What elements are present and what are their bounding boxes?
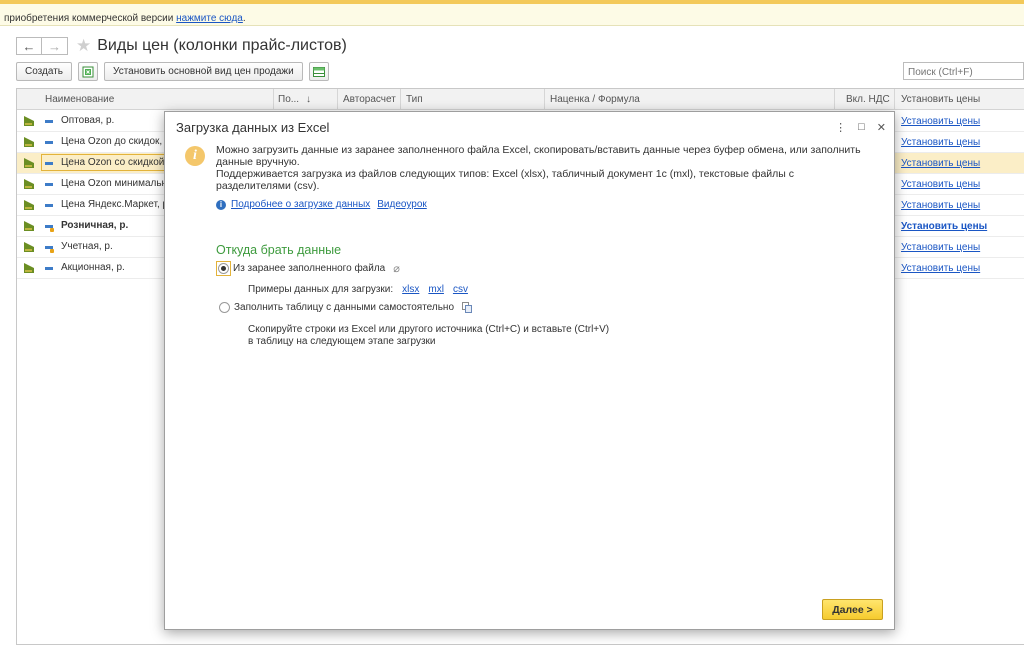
table-view-button[interactable] [308, 62, 329, 81]
option-manual[interactable]: Заполнить таблицу с данными самостоятель… [216, 302, 473, 313]
copy-icon [462, 302, 473, 313]
row-name: Цена Ozon минимальн [61, 178, 168, 189]
info-icon: i [185, 146, 205, 166]
column-markup[interactable]: Наценка / Формула [550, 94, 640, 105]
window-header: ← → ★ Виды цен (колонки прайс-листов) [16, 36, 347, 56]
example-csv-link[interactable]: csv [453, 284, 468, 295]
option-from-file-label: Из заранее заполненного файла [233, 263, 386, 274]
forward-button[interactable]: → [42, 37, 68, 55]
row-name: Учетная, р. [61, 241, 113, 252]
page-title: Виды цен (колонки прайс-листов) [97, 37, 347, 54]
column-vat[interactable]: Вкл. НДС [846, 94, 890, 105]
row-level-icon [45, 183, 53, 186]
column-autocalc[interactable]: Авторасчет [343, 94, 396, 105]
row-name: Цена Ozon до скидок, [61, 136, 163, 147]
more-menu-icon[interactable]: ⋮ [835, 121, 846, 134]
banner-tail: . [242, 13, 246, 24]
option-manual-label: Заполнить таблицу с данными самостоятель… [234, 302, 455, 313]
column-name[interactable]: Наименование [45, 94, 114, 105]
license-banner: приобретения коммерческой версии нажмите… [0, 0, 1024, 26]
column-type[interactable]: Тип [406, 94, 423, 105]
price-tag-icon [24, 263, 34, 273]
examples-label: Примеры данных для загрузки: [248, 284, 394, 295]
set-prices-link[interactable]: Установить цены [901, 221, 987, 232]
price-tag-icon [24, 179, 34, 189]
banner-text: приобретения коммерческой версии [4, 13, 177, 24]
video-tutorial-link[interactable]: Видеоурок [377, 199, 427, 210]
load-from-excel-button[interactable] [78, 62, 99, 81]
price-tag-icon [24, 116, 34, 126]
price-tag-icon [24, 200, 34, 210]
set-prices-link[interactable]: Установить цены [901, 116, 980, 127]
radio-file[interactable] [218, 263, 229, 274]
row-name: Оптовая, р. [61, 115, 115, 126]
row-level-icon [45, 120, 53, 123]
row-level-icon [45, 141, 53, 144]
search-input[interactable] [903, 62, 1024, 80]
set-prices-link[interactable]: Установить цены [901, 179, 980, 190]
set-main-price-type-button[interactable]: Установить основной вид цен продажи [104, 62, 303, 81]
set-prices-link[interactable]: Установить цены [901, 137, 980, 148]
create-button[interactable]: Создать [16, 62, 73, 81]
excel-import-dialog: Загрузка данных из Excel ⋮ □ ✕ i Можно з… [164, 111, 895, 630]
set-prices-link[interactable]: Установить цены [901, 242, 980, 253]
row-level-group-icon [45, 225, 54, 232]
row-name: Цена Ozon со скидкой [61, 157, 165, 168]
close-icon[interactable]: ✕ [877, 121, 886, 134]
set-prices-link[interactable]: Установить цены [901, 263, 980, 274]
favorite-star-icon[interactable]: ★ [76, 36, 91, 56]
column-position[interactable]: По... [278, 94, 299, 105]
back-button[interactable]: ← [16, 37, 42, 55]
price-tag-icon [24, 221, 34, 231]
dialog-controls: ⋮ □ ✕ [835, 121, 886, 134]
banner-link[interactable]: нажмите сюда [176, 13, 243, 24]
example-xlsx-link[interactable]: xlsx [402, 284, 419, 295]
examples-row: Примеры данных для загрузки: xlsx mxl cs… [248, 284, 468, 295]
description-line: данные вручную. [216, 156, 300, 168]
maximize-icon[interactable]: □ [858, 121, 865, 134]
description-line: Можно загрузить данные из заранее заполн… [216, 144, 861, 156]
next-button[interactable]: Далее > [822, 599, 883, 620]
price-tag-icon [24, 137, 34, 147]
row-level-icon [45, 204, 53, 207]
row-level-icon [45, 267, 53, 270]
description-line: разделителями (csv). [216, 180, 320, 192]
example-mxl-link[interactable]: mxl [428, 284, 444, 295]
price-tag-icon [24, 242, 34, 252]
hint-line: Скопируйте строки из Excel или другого и… [248, 324, 610, 335]
row-level-icon [45, 162, 53, 165]
table-header: Наименование По... ↓ Авторасчет Тип Наце… [17, 89, 1024, 110]
info-small-icon: i [216, 199, 226, 210]
dialog-title: Загрузка данных из Excel [176, 120, 330, 135]
set-prices-link[interactable]: Установить цены [901, 158, 980, 169]
sort-arrow-icon[interactable]: ↓ [306, 94, 311, 105]
row-name: Акционная, р. [61, 262, 125, 273]
manual-hint: Скопируйте строки из Excel или другого и… [248, 324, 609, 348]
excel-load-icon [82, 66, 94, 77]
data-source-heading: Откуда брать данные [216, 243, 342, 257]
row-name: Розничная, р. [61, 220, 129, 231]
more-info-link[interactable]: Подробнее о загрузке данных [231, 199, 370, 210]
price-tag-icon [24, 158, 34, 168]
table-icon [312, 66, 325, 77]
hint-line: в таблицу на следующем этапе загрузки [248, 336, 436, 347]
toolbar: Создать Установить основной вид цен прод… [16, 62, 335, 81]
dialog-description: Можно загрузить данные из заранее заполн… [216, 144, 886, 192]
radio-manual[interactable] [219, 302, 230, 313]
help-links: i Подробнее о загрузке данных Видеоурок [216, 199, 427, 210]
radio-focus-frame [216, 261, 231, 276]
option-from-file[interactable]: Из заранее заполненного файла ⌀ [216, 261, 400, 276]
set-prices-link[interactable]: Установить цены [901, 200, 980, 211]
row-level-group-icon [45, 246, 54, 253]
description-line: Поддерживается загрузка из файлов следую… [216, 168, 795, 180]
column-set-prices[interactable]: Установить цены [901, 94, 980, 105]
row-name: Цена Яндекс.Маркет, р [61, 199, 169, 210]
paperclip-icon: ⌀ [393, 263, 400, 275]
